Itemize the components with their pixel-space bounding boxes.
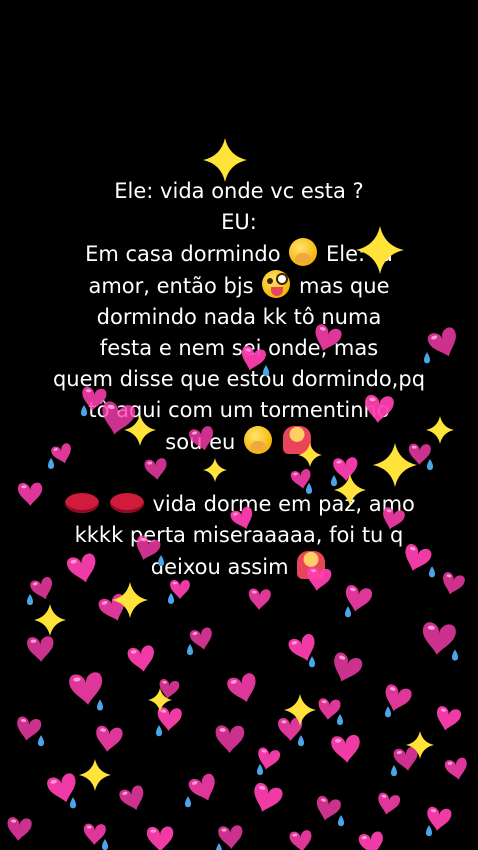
- heart-icon: [157, 707, 182, 731]
- heart-icon: [318, 698, 341, 720]
- caption-line: deixou assim: [30, 551, 448, 583]
- person-shrugging-emoji: [297, 551, 326, 579]
- heart-icon: [334, 652, 363, 682]
- caption-line: EU:: [221, 210, 257, 234]
- heart-icon: [27, 636, 54, 662]
- heart-icon: [254, 782, 283, 812]
- sparkle-icon: [112, 582, 148, 618]
- heart-icon: [83, 823, 106, 845]
- heart-icon: [289, 830, 312, 850]
- heart-icon: [127, 645, 154, 672]
- sweat-drop-icon: [338, 815, 344, 827]
- caption-line: vida dorme em paz, amo: [30, 489, 448, 520]
- video-frame: Ele: vida onde vc esta ? EU: Em casa dor…: [0, 0, 478, 850]
- kiss-mark-emoji: [109, 493, 144, 513]
- heart-icon: [98, 593, 125, 621]
- heart-icon: [316, 795, 341, 821]
- heart-icon: [17, 716, 42, 741]
- caption-fragment: Em casa dormindo: [85, 242, 281, 266]
- face-with-hand-over-mouth-emoji: [289, 238, 318, 266]
- heart-icon: [378, 792, 401, 815]
- sweat-drop-icon: [97, 699, 103, 711]
- sweat-drop-icon: [345, 606, 351, 618]
- heart-icon: [427, 806, 452, 831]
- heart-icon: [345, 584, 372, 612]
- heart-icon: [422, 622, 456, 655]
- caption-fragment: Ele: tá: [326, 242, 393, 266]
- sweat-drop-icon: [102, 839, 108, 850]
- caption-line: Ele: vida onde vc esta ?: [114, 179, 364, 203]
- sweat-drop-icon: [385, 706, 391, 718]
- heart-icon: [278, 717, 303, 741]
- caption-fragment: mas que: [298, 274, 390, 298]
- sweat-drop-icon: [70, 797, 76, 809]
- sweat-drop-icon: [185, 796, 191, 808]
- heart-icon: [7, 817, 32, 841]
- caption-line: amor, então bjs mas que: [30, 270, 448, 302]
- heart-icon: [227, 673, 256, 703]
- heart-icon: [146, 826, 174, 850]
- caption-line: quem disse que estou dormindo,pq: [52, 367, 426, 391]
- heart-icon: [190, 627, 212, 650]
- caption-fragment: amor, então bjs: [88, 274, 254, 298]
- heart-icon: [215, 725, 245, 753]
- heart-icon: [258, 747, 280, 770]
- sweat-drop-icon: [426, 825, 432, 837]
- person-shrugging-emoji: [282, 426, 311, 454]
- sweat-drop-icon: [27, 594, 33, 605]
- sparkle-icon: [79, 759, 111, 791]
- sweat-drop-icon: [38, 735, 44, 747]
- caption-line: festa e nem sei onde, mas: [99, 336, 379, 360]
- caption-line: sou eu: [30, 426, 448, 458]
- heart-icon: [393, 746, 418, 771]
- sparkle-icon: [34, 604, 66, 636]
- sparkle-icon: [284, 694, 316, 726]
- heart-icon: [96, 725, 123, 752]
- heart-icon: [248, 588, 271, 610]
- heart-icon: [188, 773, 215, 801]
- heart-icon: [436, 706, 461, 731]
- sweat-drop-icon: [298, 735, 304, 747]
- caption-fragment: sou eu: [165, 430, 236, 454]
- heart-icon: [69, 672, 103, 705]
- sweat-drop-icon: [337, 714, 343, 725]
- heart-icon: [159, 679, 180, 699]
- kiss-mark-emoji: [65, 493, 100, 513]
- sweat-drop-icon: [168, 592, 174, 604]
- winking-face-with-tongue-emoji: [262, 270, 291, 298]
- sweat-drop-icon: [452, 649, 458, 661]
- heart-icon: [288, 634, 315, 661]
- sweat-drop-icon: [309, 656, 315, 668]
- heart-icon: [218, 825, 243, 849]
- sweat-drop-icon: [187, 644, 193, 655]
- heart-icon: [385, 684, 412, 712]
- sparkle-icon: [148, 688, 172, 712]
- caption-text: Ele: vida onde vc esta ? EU: Em casa dor…: [30, 176, 448, 583]
- caption-line: kkkk perta miseraaaaa, foi tu q: [74, 523, 404, 547]
- heart-icon: [47, 773, 76, 803]
- heart-icon: [331, 734, 360, 763]
- heart-icon: [444, 757, 467, 780]
- caption-line: tô aqui com um tormentinho: [88, 398, 390, 422]
- heart-icon: [119, 785, 144, 811]
- face-with-hand-over-mouth-emoji: [244, 426, 272, 454]
- caption-fragment: deixou assim: [150, 555, 289, 579]
- sweat-drop-icon: [156, 725, 162, 737]
- caption-line: Em casa dormindo Ele: tá: [30, 238, 448, 270]
- caption-line: dormindo nada kk tô numa: [96, 305, 382, 329]
- caption-fragment: vida dorme em paz, amo: [152, 492, 415, 516]
- sparkle-icon: [406, 731, 434, 759]
- sweat-drop-icon: [216, 843, 222, 850]
- sweat-drop-icon: [257, 764, 263, 775]
- heart-icon: [358, 831, 383, 850]
- sweat-drop-icon: [391, 765, 397, 777]
